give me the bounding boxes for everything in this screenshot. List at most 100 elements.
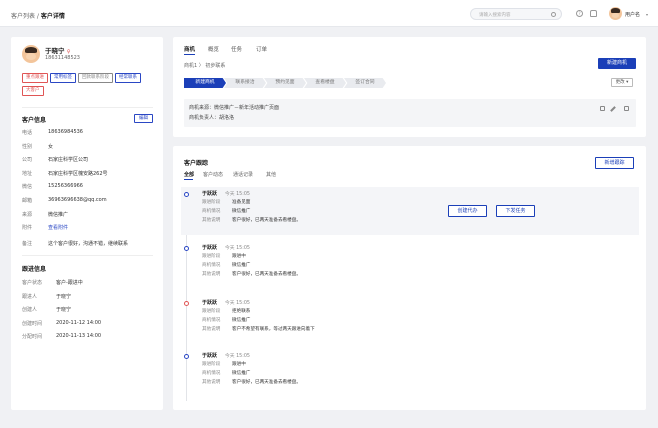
new-followup-button[interactable]: 新增跟踪 [595, 157, 634, 169]
entry-time: 今天 15:05 [225, 192, 250, 197]
entry-field: 其他说明 客户很好，已两天准备去看楼盘。 [202, 271, 301, 277]
entry-field-key: 其他说明 [202, 218, 221, 223]
top-bar: 客户列表 / 客户详情 请输入搜索内容 ? 用户名 ▾ [0, 0, 658, 27]
entry-field-key: 其他说明 [202, 380, 221, 385]
entry-field-key: 其他说明 [202, 272, 221, 277]
customer-tag[interactable]: 经常联系 [115, 73, 141, 83]
info-field-row: 性别 女 [22, 143, 162, 151]
entry-field: 其他说明 客户不希望有联系，等过两天跟进向着下 [202, 326, 315, 332]
edit-button[interactable]: 编辑 [134, 114, 153, 123]
filter-tab[interactable]: 客户动态 [203, 171, 223, 178]
info-field-row: 邮箱 36963696638@qq.com [22, 197, 162, 205]
follow-field-value: 于晓宁 [56, 293, 72, 300]
new-opportunity-button[interactable]: 新建商机 [598, 58, 636, 69]
entry-field-key: 商机情况 [202, 263, 221, 268]
follow-field-value: 2020-11-12 14:00 [56, 319, 102, 326]
follow-field-row: 客户状态 客户-跟进中 [22, 279, 162, 287]
tab-tasks[interactable]: 任务 [231, 45, 242, 53]
info-field-key: 公司 [22, 157, 33, 164]
follow-field-key: 客户状态 [22, 280, 43, 286]
delete-icon[interactable] [624, 106, 629, 111]
follow-field-value: 于晓宁 [56, 307, 72, 313]
info-field-row: 附件 查看附件 [22, 224, 162, 232]
search-placeholder: 请输入搜索内容 [479, 13, 511, 18]
info-field-key: 地址 [22, 170, 33, 177]
opportunity-info-box: 商机来源：微信推广－新年活动推广页面 商机负责人：胡洛洛 [184, 99, 636, 127]
timeline-entry: 于跃跃 今天 15:05 跟进阶段 跟进中 商机情况 微信推广 其他说明 客户很好，已两天准备… [181, 241, 639, 285]
entry-field-key: 商机情况 [202, 371, 221, 376]
opportunity-panel: 商机 概览 任务 订单 商机1 〉 初步联系 新建商机 新建商机 联系接洽 预约见面 查看楼… [173, 37, 646, 137]
info-field-key: 附件 [22, 225, 33, 232]
info-field-row: 地址 石家庄科学区槐安路262号 [22, 170, 162, 178]
timeline-entry: 于跃跃 今天 15:05 跟进阶段 跟进中 商机情况 微信推广 其他说明 客户很好，已两天准备… [181, 349, 639, 393]
stage-step[interactable]: 预约见面 [264, 78, 306, 88]
entry-field-value: 客户很好，已两天准备去看楼盘。 [232, 218, 301, 223]
info-field-value: 15256366966 [48, 183, 83, 190]
filter-tab[interactable]: 其他 [266, 171, 276, 178]
entry-field: 商机情况 微信推广 [202, 317, 250, 323]
tab-opportunity[interactable]: 商机 [184, 45, 195, 53]
timeline-dot [184, 354, 189, 359]
entry-field-key: 跟进阶段 [202, 200, 221, 205]
entry-author: 于跃跃 [202, 353, 218, 359]
entry-field-value: 跟进中 [232, 362, 246, 367]
divider [22, 255, 153, 256]
assign-task-button[interactable]: 下发任务 [496, 205, 535, 217]
stage-step[interactable]: 查看楼盘 [304, 78, 346, 88]
search-input[interactable]: 请输入搜索内容 [470, 8, 562, 20]
follow-info-title: 跟进信息 [22, 266, 47, 273]
entry-field-key: 其他说明 [202, 327, 221, 332]
edit-icon[interactable] [610, 106, 616, 112]
follow-field-row: 创建时间 2020-11-12 14:00 [22, 320, 162, 328]
note-key: 备注 [22, 241, 33, 247]
filter-tab[interactable]: 通话记录 [233, 171, 253, 178]
bell-icon[interactable] [590, 10, 597, 17]
stage-step[interactable]: 新建商机 [184, 78, 226, 88]
follow-field-row: 分配时间 2020-11-13 14:00 [22, 333, 162, 341]
customer-tag[interactable]: 大客户 [22, 86, 44, 96]
customer-panel: 于晓宁 ♀ 18631148523 重点跟进 常用标签 回款联系阶段 经常联系大客户 … [11, 37, 163, 410]
follow-field-key: 跟进人 [22, 293, 38, 300]
chevron-down-icon[interactable]: ▾ [646, 12, 648, 17]
entry-field-key: 商机情况 [202, 318, 221, 323]
help-icon[interactable]: ? [576, 10, 583, 17]
filter-tab[interactable]: 全部 [184, 171, 194, 178]
info-field-key: 微信 [22, 184, 33, 191]
tab-orders[interactable]: 订单 [256, 45, 267, 53]
tab-overview[interactable]: 概览 [208, 45, 219, 53]
timeline-dot [184, 301, 189, 306]
entry-time: 今天 15:05 [225, 246, 250, 251]
stage-step[interactable]: 签订合同 [344, 78, 386, 88]
entry-author: 于跃跃 [202, 245, 218, 251]
entry-field-value: 微信推广 [232, 209, 251, 214]
entry-field-value: 跟进中 [232, 254, 246, 259]
opportunity-breadcrumb[interactable]: 商机1 〉 初步联系 [184, 62, 225, 69]
avatar[interactable] [609, 7, 622, 20]
customer-tag[interactable]: 常用标签 [50, 73, 76, 83]
entry-field-key: 跟进阶段 [202, 309, 221, 314]
entry-field-value: 客户不希望有联系，等过两天跟进向着下 [232, 327, 315, 332]
view-attachment-link[interactable]: 查看附件 [48, 224, 68, 231]
entry-author: 于跃跃 [202, 300, 218, 306]
create-agent-button[interactable]: 创建代办 [448, 205, 487, 217]
breadcrumb-parent[interactable]: 客户列表 [11, 13, 35, 20]
entry-field-value: 客户很好，已两天准备去看楼盘。 [232, 380, 301, 385]
customer-phone: 18631148523 [45, 55, 80, 61]
entry-field: 跟进阶段 跟进中 [202, 361, 246, 367]
entry-field: 商机情况 微信推广 [202, 262, 250, 268]
entry-field: 商机情况 微信推广 [202, 370, 250, 376]
divider [22, 107, 153, 108]
copy-icon[interactable] [600, 106, 605, 111]
stage-step[interactable]: 联系接洽 [224, 78, 266, 88]
follow-field-row: 跟进人 于晓宁 [22, 293, 162, 301]
entry-field-value: 微信推广 [232, 263, 251, 268]
entry-time: 今天 15:05 [225, 354, 250, 359]
user-name[interactable]: 用户名 [625, 11, 640, 18]
customer-tag[interactable]: 重点跟进 [22, 73, 48, 83]
opportunity-source: 商机来源：微信推广－新年活动推广页面 [189, 105, 280, 111]
change-stage-dropdown[interactable]: 更改 ▾ [611, 78, 633, 87]
search-icon[interactable] [551, 12, 556, 17]
follow-field-value: 2020-11-13 14:00 [56, 333, 102, 339]
info-field-value: 36963696638@qq.com [48, 197, 107, 203]
customer-tag[interactable]: 回款联系阶段 [78, 73, 113, 83]
